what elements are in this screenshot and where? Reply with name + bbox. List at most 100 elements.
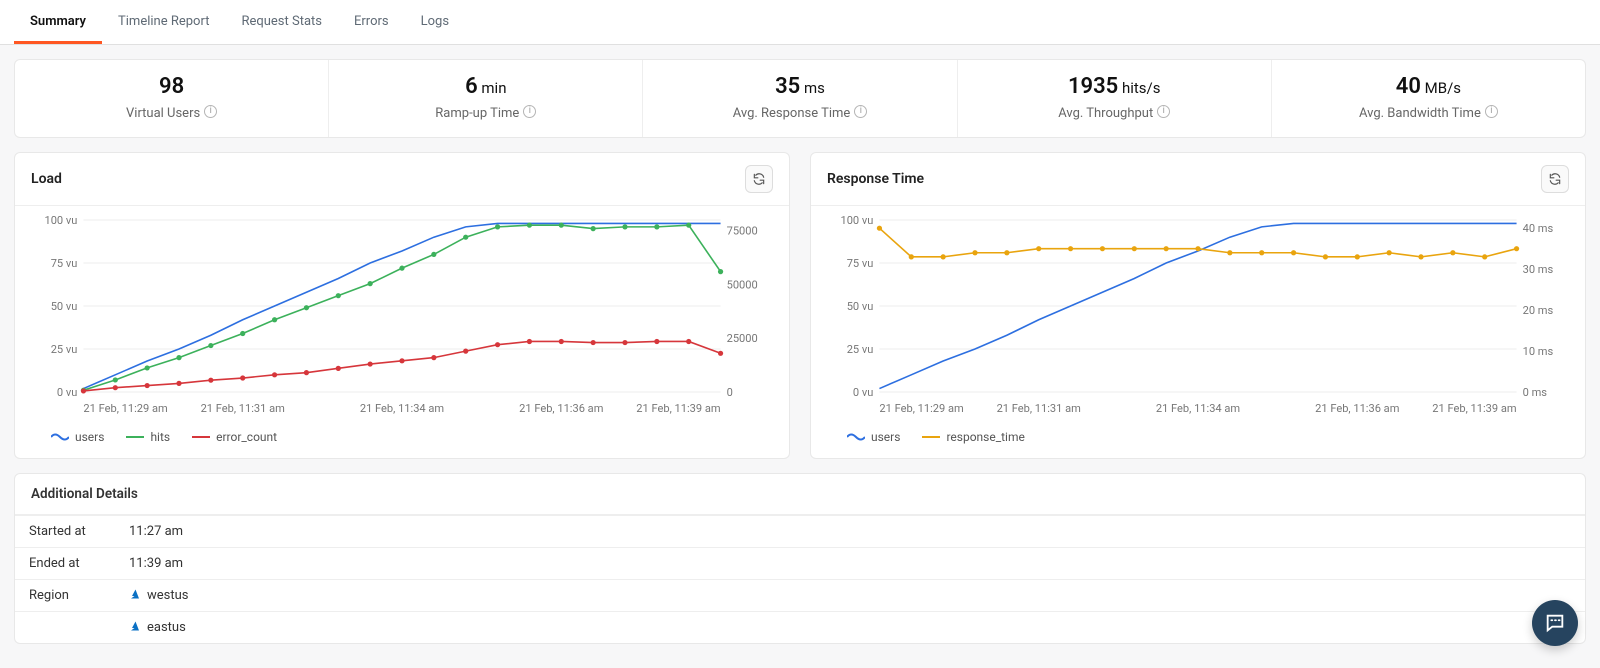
legend-label: error_count (216, 430, 277, 444)
svg-text:21 Feb, 11:29 am: 21 Feb, 11:29 am (83, 402, 167, 415)
refresh-icon (752, 172, 766, 186)
info-icon[interactable] (523, 105, 536, 118)
azure-icon (129, 588, 141, 600)
chart-title: Load (31, 171, 62, 187)
legend-error-count: error_count (192, 430, 277, 444)
kpi-unit: MB/s (1425, 79, 1461, 97)
svg-text:25000: 25000 (727, 332, 758, 345)
kpi-avg-throughput: 1935 hits/s Avg. Throughput (958, 60, 1272, 137)
line-icon (192, 432, 210, 442)
response-chart: 0 vu25 vu50 vu75 vu100 vu0 ms10 ms20 ms3… (825, 212, 1571, 422)
svg-text:21 Feb, 11:39 am: 21 Feb, 11:39 am (636, 402, 720, 415)
legend-label: users (75, 430, 104, 444)
svg-text:50 vu: 50 vu (847, 300, 874, 313)
table-row: Started at 11:27 am (15, 516, 1585, 548)
svg-text:25 vu: 25 vu (847, 343, 874, 356)
detail-key: Region (15, 580, 115, 612)
detail-key: Ended at (15, 548, 115, 580)
tab-bar: Summary Timeline Report Request Stats Er… (0, 0, 1600, 45)
svg-text:40 ms: 40 ms (1523, 222, 1554, 235)
tab-label: Request Stats (241, 14, 322, 29)
region-name: westus (147, 588, 189, 603)
azure-icon (129, 620, 141, 632)
load-chart-card: Load 0 vu 25 vu 50 vu 75 vu 100 vu 0 25000 5000… (14, 152, 790, 459)
svg-text:100 vu: 100 vu (44, 214, 77, 227)
kpi-avg-response: 35 ms Avg. Response Time (643, 60, 957, 137)
kpi-value: 1935 (1068, 74, 1118, 99)
kpi-label: Avg. Throughput (1058, 106, 1153, 121)
refresh-button[interactable] (745, 165, 773, 193)
details-header: Additional Details (15, 474, 1585, 515)
svg-text:30 ms: 30 ms (1523, 263, 1554, 276)
tab-label: Summary (30, 14, 86, 29)
kpi-value: 40 (1396, 74, 1421, 99)
refresh-button[interactable] (1541, 165, 1569, 193)
response-legend: users response_time (811, 422, 1585, 458)
tab-summary[interactable]: Summary (14, 0, 102, 44)
wave-icon (847, 432, 865, 442)
svg-text:75 vu: 75 vu (51, 257, 78, 270)
detail-key (15, 612, 115, 644)
wave-icon (51, 432, 69, 442)
table-row: eastus (15, 612, 1585, 644)
kpi-ramp-up: 6 min Ramp-up Time (329, 60, 643, 137)
response-chart-card: Response Time 0 vu25 vu50 vu75 vu100 vu0… (810, 152, 1586, 459)
kpi-avg-bandwidth: 40 MB/s Avg. Bandwidth Time (1272, 60, 1585, 137)
legend-users: users (51, 430, 104, 444)
legend-label: users (871, 430, 900, 444)
chart-title: Response Time (827, 171, 924, 187)
tab-timeline-report[interactable]: Timeline Report (102, 0, 225, 44)
refresh-icon (1548, 172, 1562, 186)
kpi-row: 98 Virtual Users 6 min Ramp-up Time 35 m… (14, 59, 1586, 138)
info-icon[interactable] (854, 105, 867, 118)
svg-text:75000: 75000 (727, 225, 758, 238)
svg-text:21 Feb, 11:31 am: 21 Feb, 11:31 am (201, 402, 285, 415)
kpi-unit: min (481, 79, 506, 97)
line-icon (126, 432, 144, 442)
svg-text:10 ms: 10 ms (1523, 345, 1554, 358)
tab-request-stats[interactable]: Request Stats (225, 0, 338, 44)
svg-text:21 Feb, 11:36 am: 21 Feb, 11:36 am (519, 402, 603, 415)
svg-text:50000: 50000 (727, 279, 758, 292)
kpi-label: Virtual Users (126, 106, 200, 121)
tab-label: Logs (421, 14, 449, 29)
line-icon (922, 432, 940, 442)
kpi-value: 35 (775, 74, 800, 99)
svg-text:100 vu: 100 vu (840, 214, 873, 227)
detail-value: 11:27 am (115, 516, 1585, 548)
svg-text:21 Feb, 11:34 am: 21 Feb, 11:34 am (1156, 402, 1240, 415)
svg-text:25 vu: 25 vu (51, 343, 78, 356)
legend-hits: hits (126, 430, 170, 444)
chat-button[interactable] (1532, 600, 1578, 646)
kpi-unit: ms (804, 79, 825, 97)
kpi-value: 6 (465, 74, 478, 99)
detail-value: 11:39 am (115, 548, 1585, 580)
kpi-label: Ramp-up Time (435, 106, 519, 121)
svg-text:0 vu: 0 vu (853, 386, 873, 399)
kpi-value: 98 (159, 74, 184, 99)
svg-text:0 ms: 0 ms (1523, 386, 1548, 399)
legend-response-time: response_time (922, 430, 1024, 444)
table-row: Region westus (15, 580, 1585, 612)
info-icon[interactable] (204, 105, 217, 118)
kpi-label: Avg. Response Time (733, 106, 851, 121)
additional-details-card: Additional Details Started at 11:27 am E… (14, 473, 1586, 644)
info-icon[interactable] (1157, 105, 1170, 118)
tab-label: Errors (354, 14, 389, 29)
svg-text:0: 0 (727, 386, 733, 399)
svg-text:50 vu: 50 vu (51, 300, 78, 313)
load-legend: users hits error_count (15, 422, 789, 458)
kpi-label: Avg. Bandwidth Time (1359, 106, 1481, 121)
kpi-virtual-users: 98 Virtual Users (15, 60, 329, 137)
svg-text:21 Feb, 11:31 am: 21 Feb, 11:31 am (997, 402, 1081, 415)
tab-label: Timeline Report (118, 14, 209, 29)
svg-text:0 vu: 0 vu (57, 386, 77, 399)
tab-errors[interactable]: Errors (338, 0, 405, 44)
region-name: eastus (147, 620, 186, 635)
detail-value: westus (115, 580, 1585, 612)
info-icon[interactable] (1485, 105, 1498, 118)
tab-logs[interactable]: Logs (405, 0, 465, 44)
svg-text:21 Feb, 11:29 am: 21 Feb, 11:29 am (879, 402, 963, 415)
kpi-unit: hits/s (1122, 79, 1161, 97)
svg-text:21 Feb, 11:34 am: 21 Feb, 11:34 am (360, 402, 444, 415)
